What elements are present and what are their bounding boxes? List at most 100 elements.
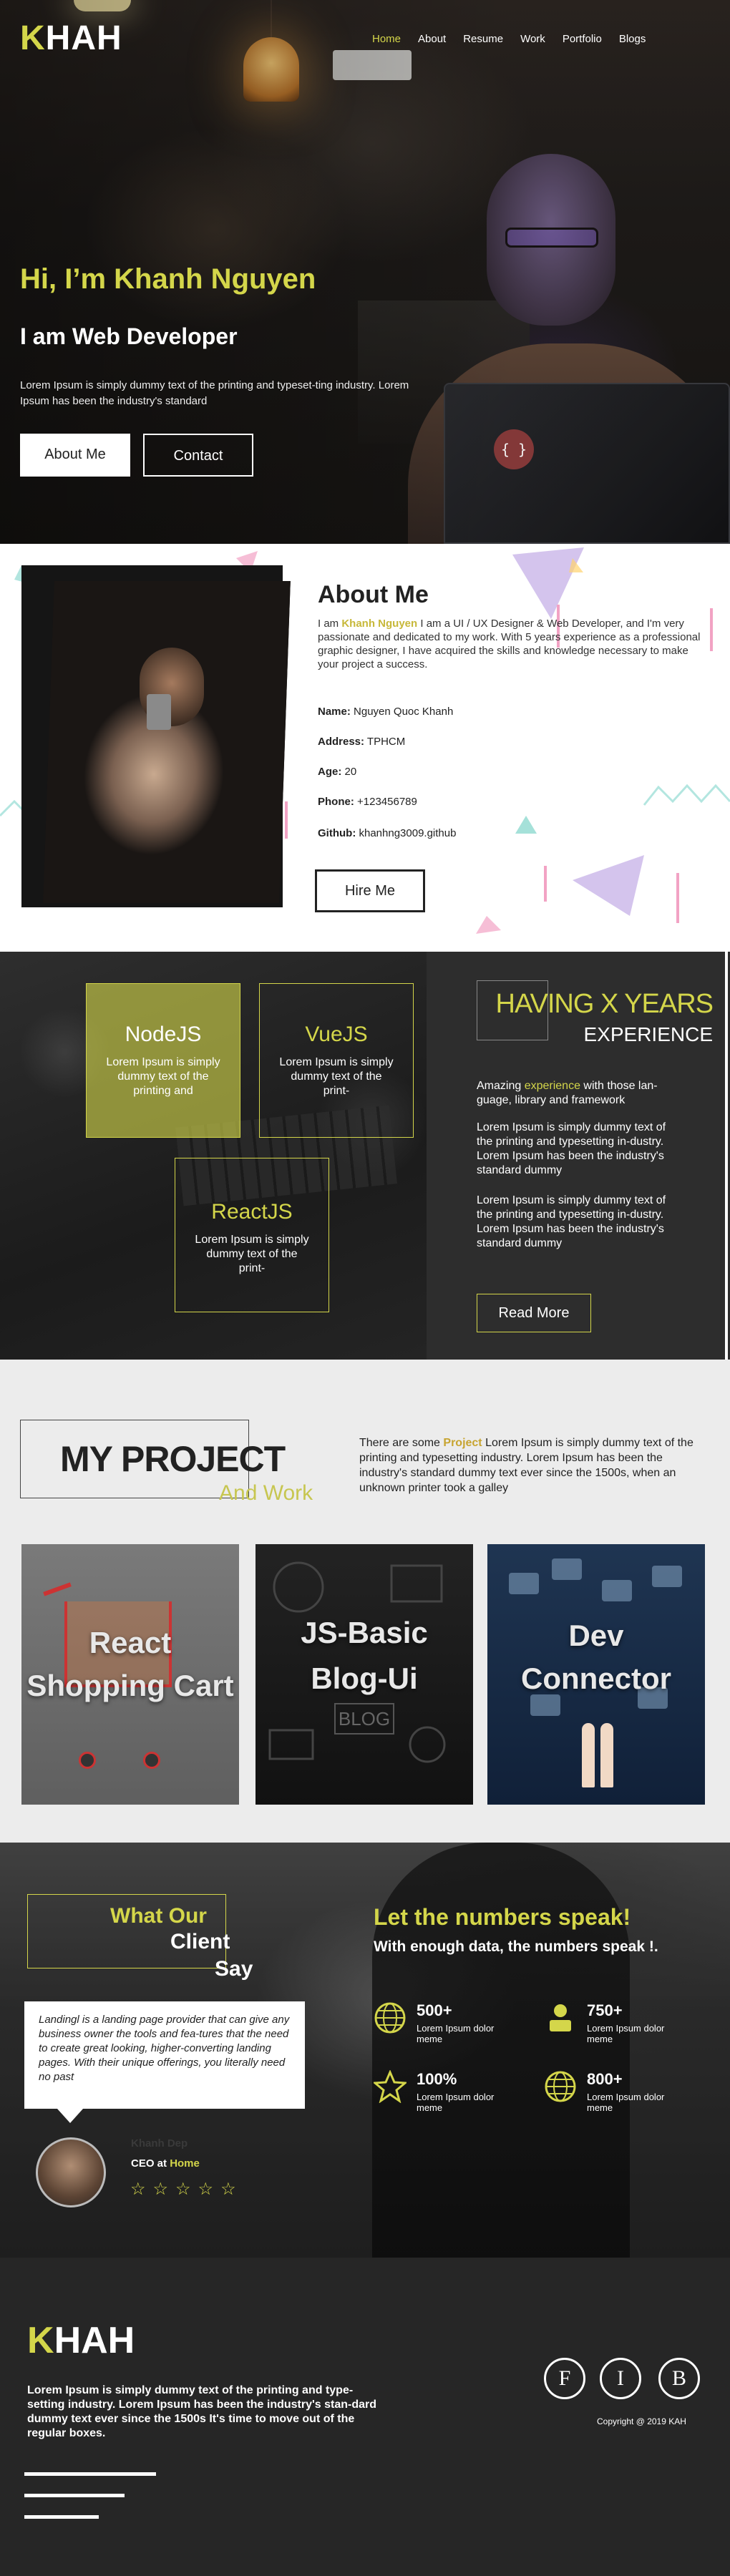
stat-label: Lorem Ipsum dolor meme bbox=[417, 2092, 495, 2113]
facebook-icon[interactable]: F bbox=[544, 2358, 585, 2399]
experience-lead: Amazing experience with those lan-guage,… bbox=[477, 1079, 684, 1108]
skills-section: NodeJS Lorem Ipsum is simply dummy text … bbox=[0, 952, 730, 1360]
quote-tail bbox=[57, 2109, 83, 2123]
profile-photo-phone bbox=[147, 694, 171, 730]
info-value: +123456789 bbox=[354, 796, 417, 808]
footer-line bbox=[24, 2515, 99, 2519]
hero-title: Hi, I’m Khanh Nguyen bbox=[20, 263, 316, 295]
brand-letter: K bbox=[20, 19, 46, 57]
about-text: I am Khanh Nguyen I am a UI / UX Designe… bbox=[318, 617, 701, 671]
divider bbox=[725, 952, 728, 1360]
project-card-title: Shopping Cart bbox=[26, 1669, 234, 1702]
projects-section: MY PROJECT And Work There are some Proje… bbox=[0, 1360, 730, 1843]
project-card-blog-ui[interactable]: JS-Basic Blog-Ui BLOG bbox=[256, 1544, 473, 1805]
nav-resume[interactable]: Resume bbox=[463, 33, 503, 45]
lead-highlight: experience bbox=[524, 1080, 580, 1092]
nav-home[interactable]: Home bbox=[372, 33, 401, 45]
chat-bubble bbox=[602, 1580, 632, 1601]
profile-photo bbox=[43, 581, 291, 903]
star-icon bbox=[374, 2070, 407, 2103]
project-card-title: JS-Basic bbox=[301, 1616, 428, 1649]
skill-title: VueJS bbox=[305, 1023, 368, 1046]
footer-logo[interactable]: KHAH bbox=[27, 2319, 135, 2362]
lead-pre: Amazing bbox=[477, 1080, 525, 1092]
project-card-shopping-cart[interactable]: React Shopping Cart bbox=[21, 1544, 239, 1805]
blog-icon[interactable]: B bbox=[658, 2358, 700, 2399]
info-name: Name: Nguyen Quoc Khanh bbox=[318, 706, 453, 718]
client-name: Khanh Dep bbox=[131, 2137, 188, 2150]
cart-wheel bbox=[79, 1752, 96, 1769]
skill-title: ReactJS bbox=[211, 1200, 293, 1224]
stat-label: Lorem Ipsum dolor meme bbox=[587, 2023, 665, 2044]
person-figure bbox=[600, 1723, 613, 1787]
info-label: Address: bbox=[318, 736, 365, 748]
stat-number: 800+ bbox=[587, 2070, 623, 2088]
info-value: khanhng3009.github bbox=[356, 827, 457, 839]
info-label: Name: bbox=[318, 706, 351, 718]
chat-bubble bbox=[509, 1573, 539, 1594]
nav-work[interactable]: Work bbox=[520, 33, 545, 45]
client-title-line: Client bbox=[170, 1930, 230, 1953]
numbers-subtitle: With enough data, the numbers speak !. bbox=[374, 1938, 658, 1955]
instagram-icon[interactable]: I bbox=[600, 2358, 641, 2399]
avatar bbox=[36, 2137, 106, 2207]
info-address: Address: TPHCM bbox=[318, 736, 405, 748]
footer: KHAH Lorem Ipsum is simply dummy text of… bbox=[0, 2258, 730, 2576]
info-phone: Phone: +123456789 bbox=[318, 796, 417, 808]
role-link[interactable]: Home bbox=[170, 2157, 200, 2170]
about-intro-pre: I am bbox=[318, 618, 342, 630]
read-more-button[interactable]: Read More bbox=[477, 1294, 591, 1332]
project-card-title: Connector bbox=[521, 1662, 671, 1695]
stat-number: 750+ bbox=[587, 2001, 623, 2019]
client-title-line: Say bbox=[215, 1957, 253, 1981]
nav-about[interactable]: About bbox=[418, 33, 446, 45]
experience-panel: HAVING X YEARS EXPERIENCE Amazing experi… bbox=[427, 952, 730, 1360]
info-value: TPHCM bbox=[364, 736, 406, 748]
skill-card-reactjs: ReactJS Lorem Ipsum is simply dummy text… bbox=[175, 1158, 329, 1312]
stats-section: What Our Client Say Landingl is a landin… bbox=[0, 1843, 730, 2258]
cart-wheel bbox=[143, 1752, 160, 1769]
experience-paragraph: Lorem Ipsum is simply dummy text of the … bbox=[477, 1194, 666, 1249]
experience-paragraph: Lorem Ipsum is simply dummy text of the … bbox=[477, 1121, 666, 1176]
client-title-line: What Our bbox=[110, 1904, 207, 1928]
copyright: Copyright @ 2019 KAH bbox=[597, 2416, 686, 2426]
nav-blogs[interactable]: Blogs bbox=[619, 33, 646, 45]
project-title: MY PROJECT bbox=[60, 1439, 286, 1479]
skill-card-nodejs: NodeJS Lorem Ipsum is simply dummy text … bbox=[86, 983, 240, 1138]
chat-bubble bbox=[552, 1558, 582, 1580]
brand-letter: K bbox=[27, 2320, 54, 2361]
info-value: 20 bbox=[341, 766, 357, 778]
stat-number: 500+ bbox=[417, 2001, 452, 2019]
about-me-button[interactable]: About Me bbox=[20, 434, 130, 477]
project-tagline: And Work bbox=[219, 1481, 313, 1505]
client-role: CEO at Home bbox=[131, 2157, 200, 2170]
project-card-title: React bbox=[89, 1626, 172, 1659]
rating-stars: ☆☆☆☆☆ bbox=[130, 2180, 243, 2199]
footer-line bbox=[24, 2494, 125, 2497]
globe-icon bbox=[374, 2002, 406, 2034]
project-card-dev-connector[interactable]: Dev Connector bbox=[487, 1544, 705, 1805]
stat-label: Lorem Ipsum dolor meme bbox=[417, 2023, 495, 2044]
experience-title: HAVING X YEARS bbox=[495, 989, 714, 1019]
testimonial-quote: Landingl is a landing page provider that… bbox=[24, 2001, 305, 2109]
stat-label: Lorem Ipsum dolor meme bbox=[587, 2092, 665, 2113]
project-card-title: Dev bbox=[568, 1619, 624, 1652]
user-icon bbox=[550, 2004, 571, 2031]
nav-portfolio[interactable]: Portfolio bbox=[563, 33, 602, 45]
about-section: About Me I am Khanh Nguyen I am a UI / U… bbox=[0, 544, 730, 952]
globe-icon bbox=[545, 2071, 576, 2102]
stat-number: 100% bbox=[417, 2070, 457, 2088]
about-name-highlight: Khanh Nguyen bbox=[341, 618, 418, 630]
hero-section: { } KHAH Home About Resume Work Portfoli… bbox=[0, 0, 730, 544]
info-label: Github: bbox=[318, 827, 356, 839]
brand-rest: HAH bbox=[54, 2320, 135, 2361]
info-age: Age: 20 bbox=[318, 766, 356, 778]
info-label: Phone: bbox=[318, 796, 354, 808]
hero-description: Lorem Ipsum is simply dummy text of the … bbox=[20, 379, 409, 407]
main-nav: Home About Resume Work Portfolio Blogs bbox=[372, 33, 663, 45]
brand-logo[interactable]: KHAH bbox=[20, 19, 122, 58]
contact-button[interactable]: Contact bbox=[143, 434, 253, 477]
person-figure bbox=[582, 1723, 595, 1787]
hire-me-button[interactable]: Hire Me bbox=[315, 869, 425, 912]
blog-sign: BLOG bbox=[334, 1703, 394, 1735]
